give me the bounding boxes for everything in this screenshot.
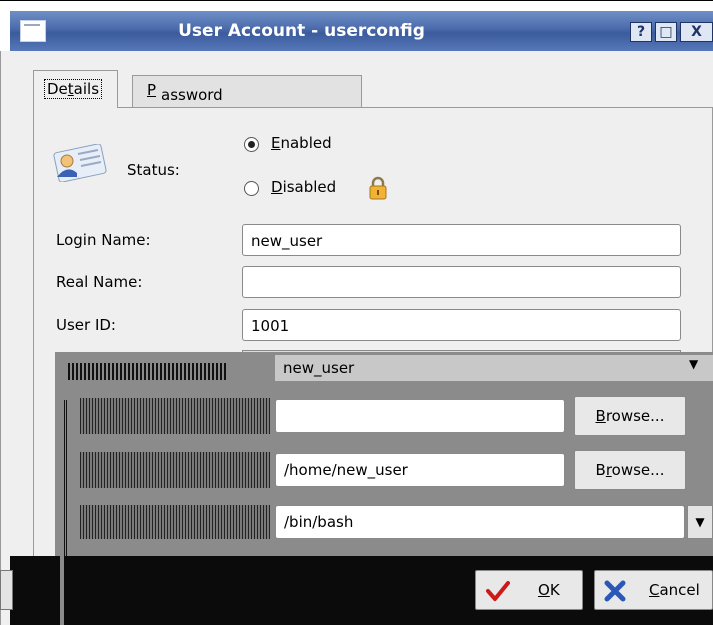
window-left-edge bbox=[0, 51, 10, 625]
login-name-label: Login Name: bbox=[56, 231, 151, 249]
shell-dropdown-button[interactable]: ▼ bbox=[687, 505, 713, 539]
maximize-button[interactable]: □ bbox=[655, 22, 677, 42]
user-id-label: User ID: bbox=[56, 316, 116, 334]
secondary-groups-label-artifact bbox=[80, 398, 270, 434]
primary-group-combo[interactable]: new_user ▼ bbox=[275, 355, 713, 381]
cancel-x-icon bbox=[604, 580, 626, 602]
browse-home-directory-button[interactable]: Browse... bbox=[574, 450, 686, 490]
tab-details-label: Details bbox=[44, 79, 103, 99]
radio-disabled-label[interactable]: Disabled bbox=[271, 178, 336, 196]
chevron-down-icon: ▼ bbox=[695, 515, 705, 529]
shell-combo[interactable]: /bin/bash bbox=[275, 505, 685, 539]
artifact-stripe-left bbox=[64, 400, 68, 556]
title-bar[interactable]: User Account - userconfig ? □ X bbox=[10, 11, 713, 51]
tab-details[interactable]: Details bbox=[33, 70, 118, 108]
window-title: User Account - userconfig bbox=[178, 21, 425, 41]
maximize-icon: □ bbox=[659, 24, 673, 40]
status-label: Status: bbox=[127, 161, 180, 179]
lock-icon bbox=[368, 176, 388, 200]
browse-secondary-groups-button[interactable]: Browse... bbox=[574, 396, 686, 436]
tab-security-label: Password & Security bbox=[147, 81, 223, 140]
chevron-down-icon[interactable]: ▼ bbox=[689, 357, 698, 371]
tab-password-security[interactable]: Password & Security bbox=[132, 75, 362, 140]
window-top-border bbox=[0, 0, 713, 10]
real-name-input[interactable] bbox=[242, 266, 681, 298]
ok-button[interactable]: OK bbox=[475, 570, 583, 610]
home-directory-input[interactable]: /home/new_user bbox=[275, 453, 565, 487]
radio-enabled[interactable] bbox=[244, 137, 259, 152]
secondary-groups-input[interactable] bbox=[275, 399, 565, 433]
ok-label: OK bbox=[538, 581, 560, 599]
primary-group-value: new_user bbox=[283, 359, 355, 377]
cancel-button[interactable]: Cancel bbox=[594, 570, 713, 610]
user-id-input[interactable]: 1001 bbox=[242, 309, 681, 341]
primary-group-label-artifact bbox=[68, 363, 228, 380]
artifact-stripe-bottom bbox=[60, 556, 64, 625]
cancel-label: Cancel bbox=[649, 581, 700, 599]
shell-label-artifact bbox=[80, 505, 270, 539]
checkmark-icon bbox=[486, 581, 510, 601]
user-card-icon bbox=[50, 143, 108, 183]
partial-button-left bbox=[0, 570, 13, 610]
close-button[interactable]: X bbox=[680, 22, 713, 42]
help-button[interactable]: ? bbox=[630, 22, 652, 42]
home-directory-label-artifact bbox=[80, 452, 270, 488]
close-icon: X bbox=[691, 24, 702, 40]
radio-enabled-label[interactable]: Enabled bbox=[271, 134, 332, 152]
radio-disabled[interactable] bbox=[244, 181, 259, 196]
real-name-label: Real Name: bbox=[56, 273, 143, 291]
login-name-input[interactable]: new_user bbox=[242, 224, 681, 256]
